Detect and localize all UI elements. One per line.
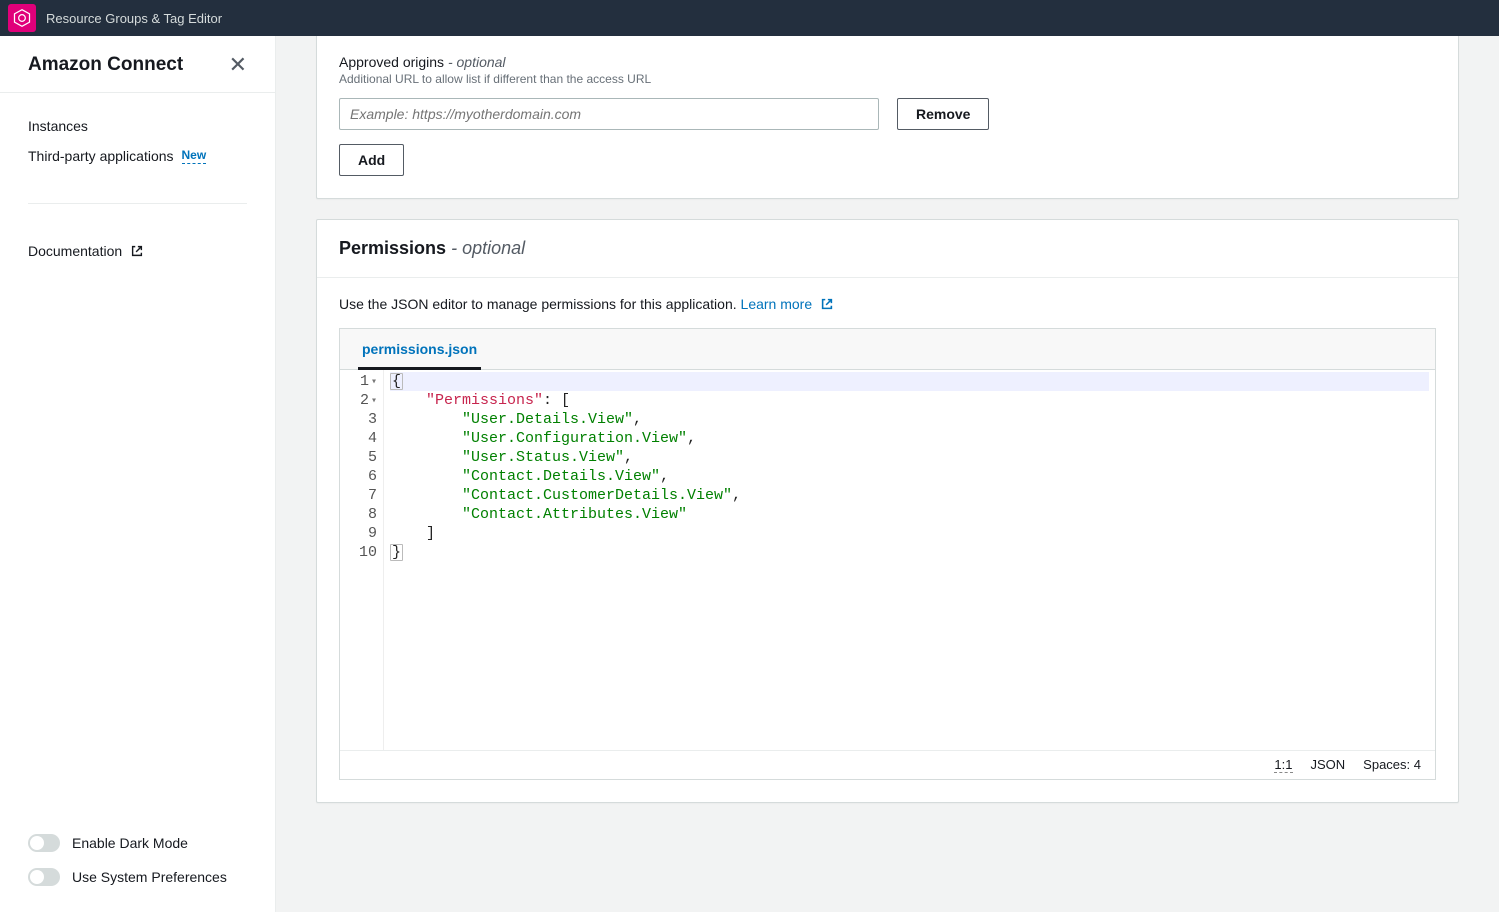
json-editor: permissions.json 1▾2▾345678910 { "Permis… — [339, 328, 1436, 780]
learn-more-link[interactable]: Learn more — [741, 296, 834, 312]
remove-button[interactable]: Remove — [897, 98, 989, 130]
topbar-title[interactable]: Resource Groups & Tag Editor — [46, 11, 222, 26]
editor-status-bar: 1:1 JSON Spaces: 4 — [340, 750, 1435, 779]
permissions-panel: Permissions - optional Use the JSON edit… — [316, 219, 1459, 803]
toggle-system-preferences[interactable]: Use System Preferences — [28, 860, 247, 894]
add-button[interactable]: Add — [339, 144, 404, 176]
editor-language[interactable]: JSON — [1311, 757, 1346, 773]
sidebar-item-documentation[interactable]: Documentation — [28, 236, 247, 266]
permissions-title: Permissions - optional — [339, 238, 525, 258]
toggle-dark-mode[interactable]: Enable Dark Mode — [28, 826, 247, 860]
sidebar-item-instances[interactable]: Instances — [28, 111, 247, 141]
external-link-icon — [820, 297, 834, 311]
code-content[interactable]: { "Permissions": [ "User.Details.View", … — [384, 370, 1435, 750]
approved-origins-label: Approved origins - optional — [339, 54, 1436, 70]
approved-origin-input[interactable] — [339, 98, 879, 130]
editor-spaces[interactable]: Spaces: 4 — [1363, 757, 1421, 773]
approved-origins-subtitle: Additional URL to allow list if differen… — [339, 72, 1436, 86]
aws-logo-icon[interactable] — [8, 4, 36, 32]
topbar: Resource Groups & Tag Editor — [0, 0, 1499, 36]
toggle-switch[interactable] — [28, 868, 60, 886]
editor-tab-permissions[interactable]: permissions.json — [358, 329, 481, 370]
sidebar-title: Amazon Connect — [28, 54, 183, 76]
permissions-description: Use the JSON editor to manage permission… — [339, 296, 737, 312]
new-badge: New — [182, 148, 207, 164]
approved-origins-panel: Approved origins - optional Additional U… — [316, 36, 1459, 199]
toggle-switch[interactable] — [28, 834, 60, 852]
close-icon[interactable]: ✕ — [229, 54, 247, 76]
line-gutter: 1▾2▾345678910 — [340, 370, 384, 750]
cursor-position[interactable]: 1:1 — [1274, 757, 1292, 773]
sidebar-item-third-party[interactable]: Third-party applications New — [28, 141, 247, 171]
sidebar: Amazon Connect ✕ Instances Third-party a… — [0, 36, 276, 912]
main-content: Approved origins - optional Additional U… — [276, 36, 1499, 912]
code-editor[interactable]: 1▾2▾345678910 { "Permissions": [ "User.D… — [340, 370, 1435, 750]
external-link-icon — [130, 244, 144, 258]
